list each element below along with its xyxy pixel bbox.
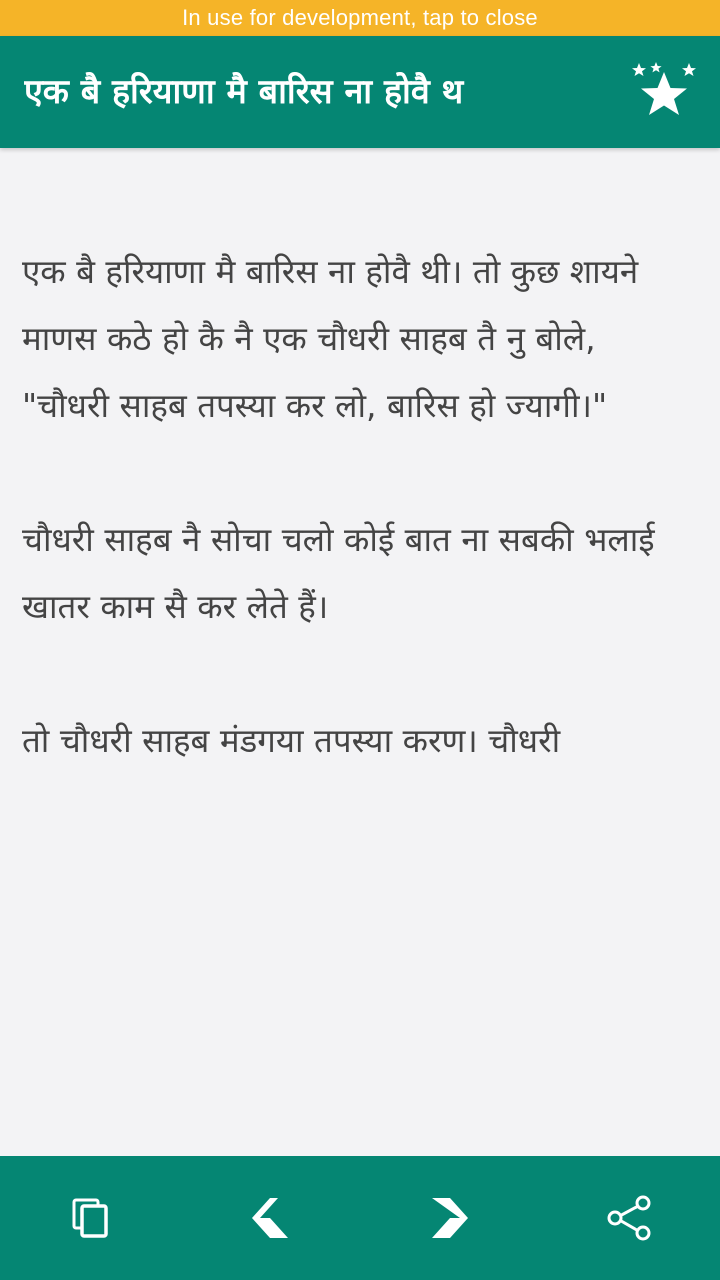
copy-button[interactable] [62,1188,122,1248]
page-title: एक बै हरियाणा मै बारिस ना होवै थ [24,72,464,112]
app-bar: एक बै हरियाणा मै बारिस ना होवै थ [0,36,720,148]
dev-mode-banner[interactable]: In use for development, tap to close [0,0,720,36]
previous-icon [252,1198,288,1238]
previous-button[interactable] [240,1188,300,1248]
story-text: एक बै हरियाणा मै बारिस ना होवै थी। तो कु… [22,252,655,760]
story-content[interactable]: एक बै हरियाणा मै बारिस ना होवै थी। तो कु… [0,148,720,1156]
bottom-toolbar [0,1156,720,1280]
copy-icon [72,1198,108,1238]
stars-icon [632,62,696,115]
share-icon [607,1195,651,1241]
share-button[interactable] [600,1188,660,1248]
rate-stars-button[interactable] [628,58,700,130]
next-icon [432,1198,468,1238]
next-button[interactable] [420,1188,480,1248]
